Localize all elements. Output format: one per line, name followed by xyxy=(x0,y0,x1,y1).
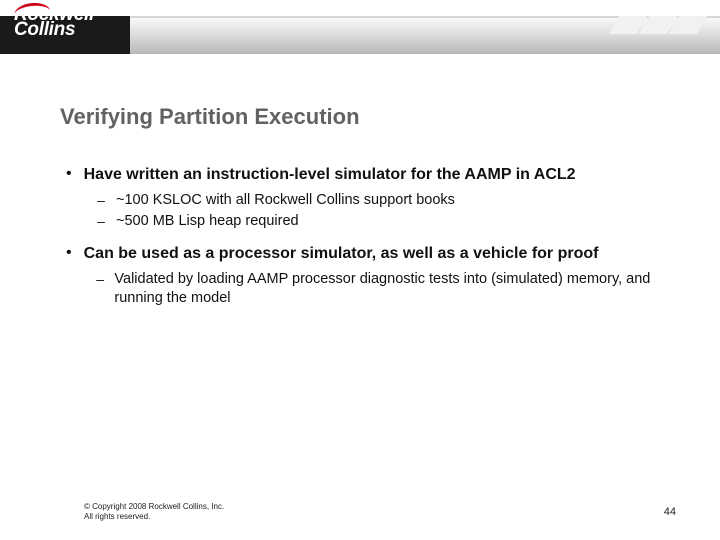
bullet-dash-icon: – xyxy=(96,212,106,231)
footer-copyright: © Copyright 2008 Rockwell Collins, Inc. … xyxy=(84,502,224,522)
bullet-text: Have written an instruction-level simula… xyxy=(84,164,576,185)
sub-text: Validated by loading AAMP processor diag… xyxy=(114,270,666,308)
bullet-dot-icon: • xyxy=(66,164,72,184)
bullet-dot-icon: • xyxy=(66,243,72,263)
slide: Rockwell® Collins Verifying Partition Ex… xyxy=(0,0,720,540)
bullet-level1: • Have written an instruction-level simu… xyxy=(66,164,666,231)
slide-content: • Have written an instruction-level simu… xyxy=(66,164,666,320)
footer-line1: © Copyright 2008 Rockwell Collins, Inc. xyxy=(84,502,224,512)
bullet-dash-icon: – xyxy=(96,270,104,289)
footer-line2: All rights reserved. xyxy=(84,512,224,522)
bullet-level2: – ~100 KSLOC with all Rockwell Collins s… xyxy=(96,191,666,210)
slide-title: Verifying Partition Execution xyxy=(60,104,360,130)
brand-logo: Rockwell® Collins xyxy=(14,6,120,58)
bullet-dash-icon: – xyxy=(96,191,106,210)
bullet-level2: – ~500 MB Lisp heap required xyxy=(96,212,666,231)
header-band: Rockwell® Collins xyxy=(0,0,720,64)
sub-text: ~100 KSLOC with all Rockwell Collins sup… xyxy=(116,191,455,210)
sub-list: – Validated by loading AAMP processor di… xyxy=(96,270,666,308)
bullet-level1: • Can be used as a processor simulator, … xyxy=(66,243,666,308)
bullet-list: • Have written an instruction-level simu… xyxy=(66,164,666,308)
bullet-text: Can be used as a processor simulator, as… xyxy=(84,243,599,264)
sub-text: ~500 MB Lisp heap required xyxy=(116,212,299,231)
logo-bottom: Collins xyxy=(14,21,120,39)
sub-list: – ~100 KSLOC with all Rockwell Collins s… xyxy=(96,191,666,231)
page-number: 44 xyxy=(664,506,676,518)
header-chevrons xyxy=(614,16,702,34)
bullet-level2: – Validated by loading AAMP processor di… xyxy=(96,270,666,308)
logo-registered: ® xyxy=(95,6,102,17)
